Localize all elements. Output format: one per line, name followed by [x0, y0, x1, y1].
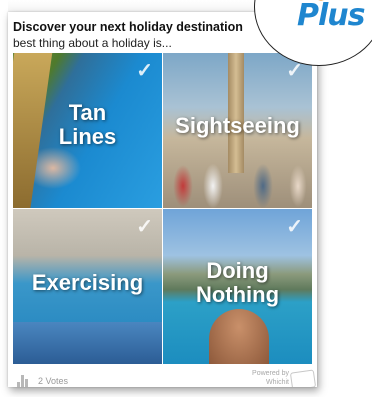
option-label: Tan Lines — [13, 101, 162, 149]
option-label: Doing Nothing — [163, 259, 312, 307]
powered-by-label: Powered by — [252, 370, 289, 377]
option-label-line: Tan — [68, 100, 107, 125]
vote-count: 2 Votes — [38, 376, 69, 386]
check-icon: ✓ — [286, 216, 303, 238]
option-doing-nothing[interactable]: ✓ Doing Nothing — [163, 209, 312, 364]
poll-question: best thing about a holiday is... — [13, 36, 172, 50]
option-label-line: Lines — [58, 124, 117, 149]
poll-options-grid: ✓ Tan Lines ✓ Sightseeing ✓ Exercising ✓ — [13, 53, 312, 364]
option-label-line: Nothing — [195, 282, 280, 307]
powered-by-brand: Whichit — [266, 379, 289, 386]
option-label-line: Sightseeing — [175, 113, 300, 138]
poll-widget: Discover your next holiday destination b… — [8, 12, 317, 387]
option-label: Sightseeing — [163, 114, 312, 138]
bar-chart-icon[interactable] — [17, 375, 31, 387]
tile-image — [13, 322, 162, 364]
logo-text: Plus — [297, 0, 365, 33]
tile-image — [209, 309, 269, 364]
check-icon: ✓ — [136, 60, 153, 82]
tile-image — [163, 146, 312, 208]
check-icon: ✓ — [136, 216, 153, 238]
whichit-logo-icon[interactable] — [289, 369, 317, 387]
option-label: Exercising — [13, 271, 162, 295]
option-label-line: Exercising — [31, 270, 144, 295]
option-label-line: Doing — [206, 258, 269, 283]
option-sightseeing[interactable]: ✓ Sightseeing — [163, 53, 312, 208]
option-exercising[interactable]: ✓ Exercising — [13, 209, 162, 364]
option-tan-lines[interactable]: ✓ Tan Lines — [13, 53, 162, 208]
powered-by[interactable]: Powered by Whichit — [229, 369, 289, 387]
